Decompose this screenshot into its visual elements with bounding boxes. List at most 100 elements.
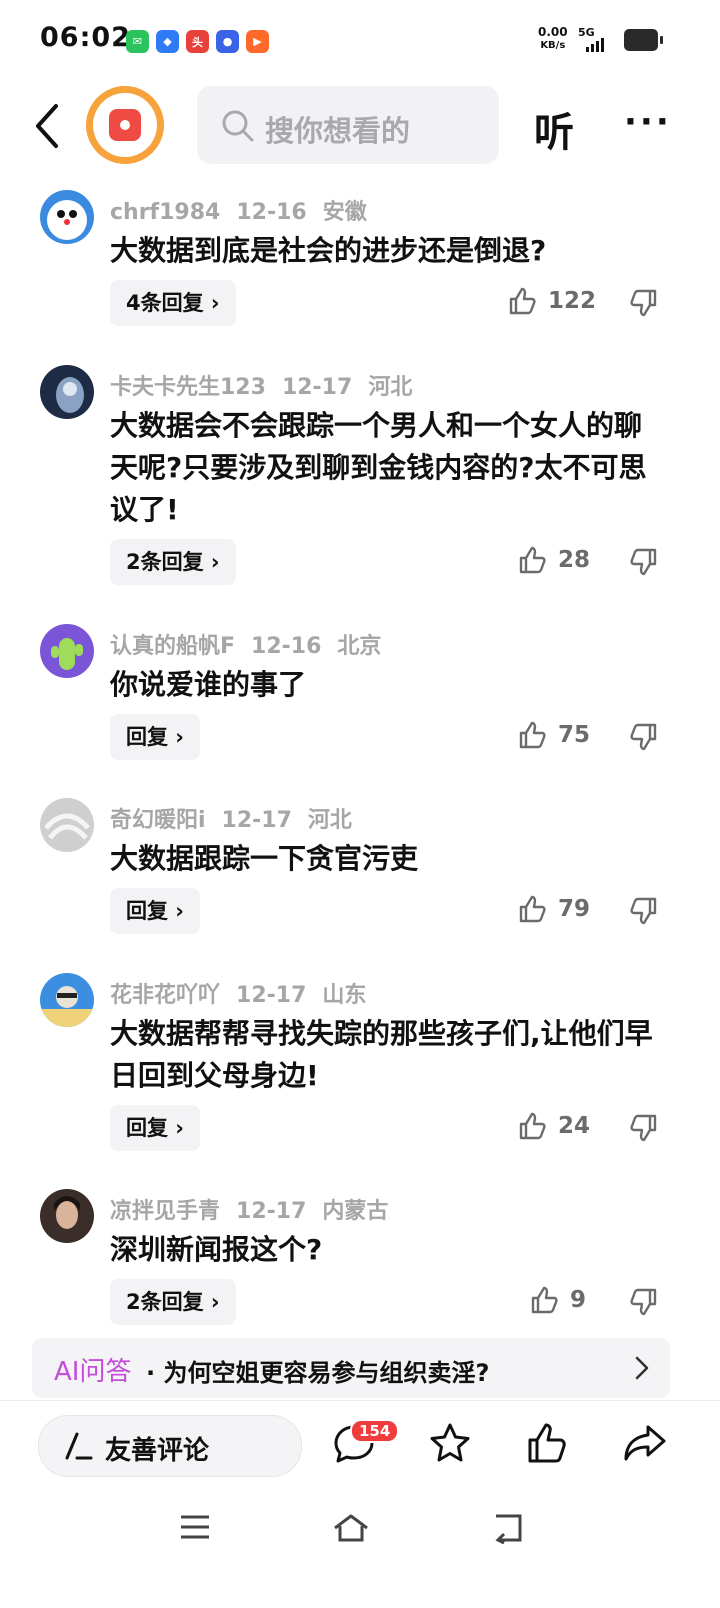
reply-button[interactable]: 4条回复 ›: [110, 280, 236, 326]
chevron-right-icon: [635, 1356, 649, 1380]
back-arrow-icon: [36, 104, 58, 148]
dislike-button[interactable]: [628, 722, 658, 756]
comment-meta: 认真的船帆F 12-16 北京: [110, 628, 397, 660]
reply-label: 回复: [126, 725, 168, 749]
comment-text: 大数据会不会跟踪一个男人和一个女人的聊天呢?只要涉及到聊到金钱内容的?太不可思议…: [110, 409, 647, 526]
like-count: 75: [558, 722, 591, 748]
comment-username[interactable]: 卡夫卡先生123: [110, 375, 266, 400]
like-button[interactable]: 24: [518, 1111, 590, 1141]
comment-location: 河北: [368, 375, 413, 400]
battery-icon: [624, 29, 663, 51]
reply-button[interactable]: 2条回复 ›: [110, 1279, 236, 1325]
comment-date: 12-17: [236, 1199, 307, 1224]
avatar[interactable]: [40, 365, 94, 419]
dislike-button[interactable]: [628, 1113, 658, 1147]
reply-button[interactable]: 2条回复 ›: [110, 539, 236, 585]
thumbs-down-icon: [630, 723, 657, 751]
comment-text: 大数据跟踪一下贪官污吏: [110, 842, 419, 875]
like-count: 122: [548, 288, 597, 314]
pen-icon: [65, 1432, 93, 1460]
ai-question-bar[interactable]: AI问答 · 为何空姐更容易参与组织卖淫?: [32, 1338, 670, 1398]
comment-meta: 花非花吖吖 12-17 山东: [110, 977, 382, 1009]
home-button[interactable]: [332, 1512, 370, 1548]
thumbs-up-icon: [519, 546, 546, 574]
reply-button[interactable]: 回复 ›: [110, 714, 200, 760]
kuaishou-icon: ▶: [246, 30, 269, 53]
comment-date: 12-16: [236, 200, 307, 225]
logo-icon: [109, 109, 141, 141]
menu-icon: [181, 1515, 209, 1539]
like-count: 9: [570, 1287, 587, 1313]
back-nav-button[interactable]: [490, 1512, 526, 1548]
like-button[interactable]: 28: [518, 545, 590, 575]
comment-count-badge: 154: [350, 1419, 400, 1443]
avatar[interactable]: [40, 973, 94, 1027]
system-nav-bar: [0, 1490, 720, 1608]
thumbs-up-icon: [528, 1423, 566, 1463]
like-article-button[interactable]: [526, 1421, 570, 1469]
comment-meta: 卡夫卡先生123 12-17 河北: [110, 369, 428, 401]
comment-location: 安徽: [322, 200, 367, 225]
comment-username[interactable]: 奇幻暖阳i: [110, 808, 206, 833]
thumbs-down-icon: [630, 548, 657, 576]
more-button[interactable]: ···: [624, 105, 672, 139]
like-button[interactable]: 79: [518, 894, 590, 924]
favorite-button[interactable]: [428, 1421, 472, 1469]
baidu-icon: ●: [216, 30, 239, 53]
avatar[interactable]: [40, 190, 94, 244]
home-icon: [334, 1514, 368, 1542]
thumbs-up-icon: [531, 1286, 558, 1314]
comment-text: 你说爱谁的事了: [110, 668, 307, 701]
reply-label: 回复: [126, 899, 168, 923]
like-button[interactable]: 75: [518, 720, 590, 750]
comment-date: 12-17: [236, 983, 307, 1008]
avatar[interactable]: [40, 798, 94, 852]
app-logo[interactable]: [86, 86, 164, 164]
search-input[interactable]: 搜你想看的: [197, 86, 499, 164]
listen-button[interactable]: 听: [534, 100, 574, 158]
comment-text: 大数据到底是社会的进步还是倒退?: [110, 234, 547, 267]
status-time: 06:02: [40, 22, 131, 53]
comment-username[interactable]: 认真的船帆F: [110, 634, 235, 659]
dislike-button[interactable]: [628, 896, 658, 930]
status-app-icons: ✉ ◆ 头 ● ▶: [126, 30, 269, 53]
net-speed-unit: KB/s: [540, 40, 566, 51]
comment-input-label: 友善评论: [105, 1436, 210, 1466]
comment-date: 12-17: [221, 808, 292, 833]
thumbs-down-icon: [630, 1114, 657, 1142]
dislike-button[interactable]: [628, 288, 658, 322]
share-button[interactable]: [622, 1421, 668, 1469]
comment-location: 北京: [337, 634, 382, 659]
back-button[interactable]: [28, 100, 72, 152]
comment-text: 大数据帮帮寻找失踪的那些孩子们,让他们早日回到父母身边!: [110, 1017, 653, 1092]
ai-label: AI问答: [54, 1357, 132, 1387]
comment-username[interactable]: chrf1984: [110, 200, 220, 225]
reply-label: 2条回复: [126, 550, 204, 574]
star-icon: [430, 1423, 470, 1462]
comment-username[interactable]: 花非花吖吖: [110, 983, 220, 1008]
comment-meta: chrf1984 12-16 安徽: [110, 194, 383, 226]
toutiao-icon: 头: [186, 30, 209, 53]
reply-button[interactable]: 回复 ›: [110, 1105, 200, 1151]
comment-input[interactable]: 友善评论: [38, 1415, 302, 1477]
like-count: 79: [558, 896, 591, 922]
reply-label: 4条回复: [126, 291, 204, 315]
net-speed: 0.00 KB/s: [538, 26, 568, 52]
dislike-button[interactable]: [628, 1287, 658, 1321]
signal-bars-icon: [586, 36, 604, 52]
comment-text: 深圳新闻报这个?: [110, 1233, 323, 1266]
bottom-toolbar: 友善评论 154: [0, 1400, 720, 1491]
comment-username[interactable]: 凉拌见手青: [110, 1199, 220, 1224]
avatar[interactable]: [40, 1189, 94, 1243]
like-button[interactable]: 9: [530, 1285, 586, 1315]
thumbs-up-icon: [519, 1112, 546, 1140]
thumbs-up-icon: [509, 287, 536, 315]
comment-meta: 奇幻暖阳i 12-17 河北: [110, 802, 368, 834]
reply-label: 2条回复: [126, 1290, 204, 1314]
avatar[interactable]: [40, 624, 94, 678]
like-button[interactable]: 122: [508, 286, 596, 316]
dislike-button[interactable]: [628, 547, 658, 581]
menu-button[interactable]: [178, 1512, 212, 1546]
reply-button[interactable]: 回复 ›: [110, 888, 200, 934]
return-icon: [495, 1514, 522, 1545]
